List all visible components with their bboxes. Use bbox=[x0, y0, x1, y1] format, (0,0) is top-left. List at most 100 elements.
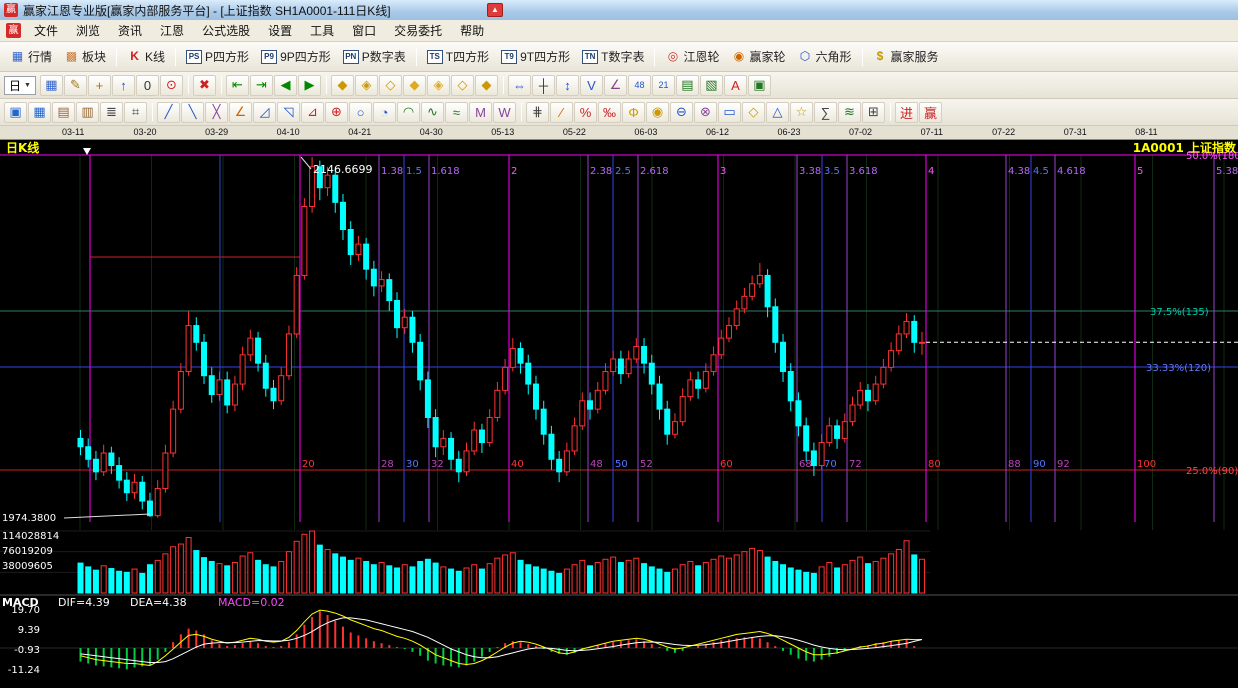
menu-item-工具[interactable]: 工具 bbox=[301, 19, 343, 42]
gann-square-button[interactable]: ◇ bbox=[379, 75, 402, 96]
toolbar-hexagon-button[interactable]: ⬡六角形 bbox=[792, 45, 858, 68]
fib-lines-button[interactable]: ⋕ bbox=[526, 102, 549, 123]
menu-item-浏览[interactable]: 浏览 bbox=[67, 19, 109, 42]
target-point-button[interactable]: ⊙ bbox=[160, 75, 183, 96]
next-bar-icon: ▶ bbox=[304, 77, 314, 93]
pattern-view-button[interactable]: ▧ bbox=[700, 75, 723, 96]
gann-circle-small-button[interactable]: ◇ bbox=[451, 75, 474, 96]
crosshair-button[interactable]: ┼ bbox=[532, 75, 555, 96]
toolbar-separator bbox=[521, 103, 522, 121]
split-range-button[interactable]: ⊖ bbox=[670, 102, 693, 123]
golden-phi-button[interactable]: Φ bbox=[622, 102, 645, 123]
gann-fan-button[interactable]: ◆ bbox=[331, 75, 354, 96]
number-48-button[interactable]: 48 bbox=[628, 75, 651, 96]
delta-tool-button[interactable]: ⊿ bbox=[301, 102, 324, 123]
grid-9-button[interactable]: ▦ bbox=[28, 102, 51, 123]
menu-item-资讯[interactable]: 资讯 bbox=[109, 19, 151, 42]
winner-signal-button[interactable]: 赢 bbox=[919, 102, 942, 123]
cross-lines-button[interactable]: ╳ bbox=[205, 102, 228, 123]
toolbar-p-number-table-button[interactable]: PNP数字表 bbox=[337, 45, 412, 68]
zero-base-button[interactable]: 0 bbox=[136, 75, 159, 96]
trendline-down-button[interactable]: ╲ bbox=[181, 102, 204, 123]
pencil-tool-button[interactable]: ✎ bbox=[64, 75, 87, 96]
row-lines-button[interactable]: ▤ bbox=[52, 102, 75, 123]
column-lines-button[interactable]: ▥ bbox=[76, 102, 99, 123]
cycle-wave-button[interactable]: ∿ bbox=[421, 102, 444, 123]
window-layout-button[interactable]: ▣ bbox=[4, 102, 27, 123]
upper-triangle-button[interactable]: ◹ bbox=[277, 102, 300, 123]
toolbar-9t-square-button[interactable]: T99T四方形 bbox=[495, 45, 576, 68]
circle-tool-button[interactable]: ○ bbox=[349, 102, 372, 123]
chart-area[interactable]: 日K线1A0001 上证指数50.0%(180)37.5%(135)33.33%… bbox=[0, 140, 1238, 683]
angle-tool-button[interactable]: ∠ bbox=[604, 75, 627, 96]
gann-time-button[interactable]: ◆ bbox=[475, 75, 498, 96]
quote-grid-button[interactable]: ▦ bbox=[40, 75, 63, 96]
triangle-tool-button[interactable]: △ bbox=[766, 102, 789, 123]
percent-retrace-button[interactable]: % bbox=[574, 102, 597, 123]
date-tick: 06-03 bbox=[634, 127, 657, 137]
period-day-selector[interactable]: 日▼ bbox=[4, 76, 36, 95]
times-circle-button[interactable]: ⊗ bbox=[694, 102, 717, 123]
menu-item-江恩[interactable]: 江恩 bbox=[151, 19, 193, 42]
golden-circle-button[interactable]: ◉ bbox=[646, 102, 669, 123]
toolbar-gann-wheel-button[interactable]: ◎江恩轮 bbox=[659, 45, 725, 68]
delete-drawing-button[interactable]: ✖ bbox=[193, 75, 216, 96]
menu-item-窗口[interactable]: 窗口 bbox=[343, 19, 385, 42]
value-line-button[interactable]: V bbox=[580, 75, 603, 96]
menu-item-交易委托[interactable]: 交易委托 bbox=[385, 19, 451, 42]
price-levels-button[interactable]: ≣ bbox=[100, 102, 123, 123]
stats-button[interactable]: ∑ bbox=[814, 102, 837, 123]
toolbar-p-square-button[interactable]: PSP四方形 bbox=[180, 45, 255, 68]
number-21-button[interactable]: 21 bbox=[652, 75, 675, 96]
toolbar-t-square-button[interactable]: TST四方形 bbox=[421, 45, 495, 68]
date-tick: 03-11 bbox=[62, 127, 84, 137]
info-panel-button[interactable]: ▤ bbox=[676, 75, 699, 96]
next-bar-button[interactable]: ▶ bbox=[298, 75, 321, 96]
menu-item-公式选股[interactable]: 公式选股 bbox=[193, 19, 259, 42]
gann-angles-button[interactable]: ◆ bbox=[403, 75, 426, 96]
gann-wheel-small-button[interactable]: ◈ bbox=[427, 75, 450, 96]
save-view-button[interactable]: ▣ bbox=[748, 75, 771, 96]
up-arrow-button[interactable]: ↑ bbox=[112, 75, 135, 96]
star-tool-button[interactable]: ☆ bbox=[790, 102, 813, 123]
toolbar-winner-service-button[interactable]: $赢家服务 bbox=[867, 45, 945, 68]
m-wave-button[interactable]: M bbox=[469, 102, 492, 123]
entry-signal-button[interactable]: 进 bbox=[895, 102, 918, 123]
toolbar-winner-wheel-button[interactable]: ◉赢家轮 bbox=[725, 45, 791, 68]
double-wave-button[interactable]: ≈ bbox=[445, 102, 468, 123]
menu-item-设置[interactable]: 设置 bbox=[259, 19, 301, 42]
app-logo-icon: 赢 bbox=[4, 3, 18, 17]
add-tool-button[interactable]: + bbox=[88, 75, 111, 96]
toolbar-separator bbox=[175, 48, 176, 66]
toolbar-t-number-table-button[interactable]: TNT数字表 bbox=[576, 45, 650, 68]
hash-grid-button[interactable]: ⌗ bbox=[124, 102, 147, 123]
chart-canvas[interactable]: 日K线1A0001 上证指数50.0%(180)37.5%(135)33.33%… bbox=[0, 140, 1238, 683]
diamond-tool-button[interactable]: ◇ bbox=[742, 102, 765, 123]
menu-item-帮助[interactable]: 帮助 bbox=[451, 19, 493, 42]
last-bar-button[interactable]: ⇥ bbox=[250, 75, 273, 96]
plus-box-button[interactable]: ⊞ bbox=[862, 102, 885, 123]
trendline-up-button[interactable]: ╱ bbox=[157, 102, 180, 123]
toolbar-quotes-button[interactable]: ▦行情 bbox=[4, 45, 58, 68]
circle-cross-button[interactable]: ⊕ bbox=[325, 102, 348, 123]
prev-bar-button[interactable]: ◀ bbox=[274, 75, 297, 96]
fit-width-button[interactable]: ⇔ bbox=[508, 75, 531, 96]
update-alert-icon[interactable]: ▲ bbox=[487, 3, 503, 17]
arc-up-button[interactable]: ◠ bbox=[397, 102, 420, 123]
gann-grid-button[interactable]: ◈ bbox=[355, 75, 378, 96]
speed-line-button[interactable]: ∕ bbox=[550, 102, 573, 123]
box-tool-button[interactable]: ▭ bbox=[718, 102, 741, 123]
gann-angle-line-button[interactable]: ∠ bbox=[229, 102, 252, 123]
arc-quarter-button[interactable]: ◔ bbox=[373, 102, 396, 123]
right-triangle-button[interactable]: ◿ bbox=[253, 102, 276, 123]
toolbar-9p-square-button[interactable]: P99P四方形 bbox=[255, 45, 337, 68]
permille-button[interactable]: ‰ bbox=[598, 102, 621, 123]
text-label-button[interactable]: A bbox=[724, 75, 747, 96]
w-wave-button[interactable]: W bbox=[493, 102, 516, 123]
toolbar-kline-button[interactable]: KK线 bbox=[121, 45, 171, 68]
v-scale-button[interactable]: ↕ bbox=[556, 75, 579, 96]
triple-wave-button[interactable]: ≋ bbox=[838, 102, 861, 123]
menu-item-文件[interactable]: 文件 bbox=[25, 19, 67, 42]
toolbar-sectors-button[interactable]: ▩板块 bbox=[58, 45, 112, 68]
first-bar-button[interactable]: ⇤ bbox=[226, 75, 249, 96]
